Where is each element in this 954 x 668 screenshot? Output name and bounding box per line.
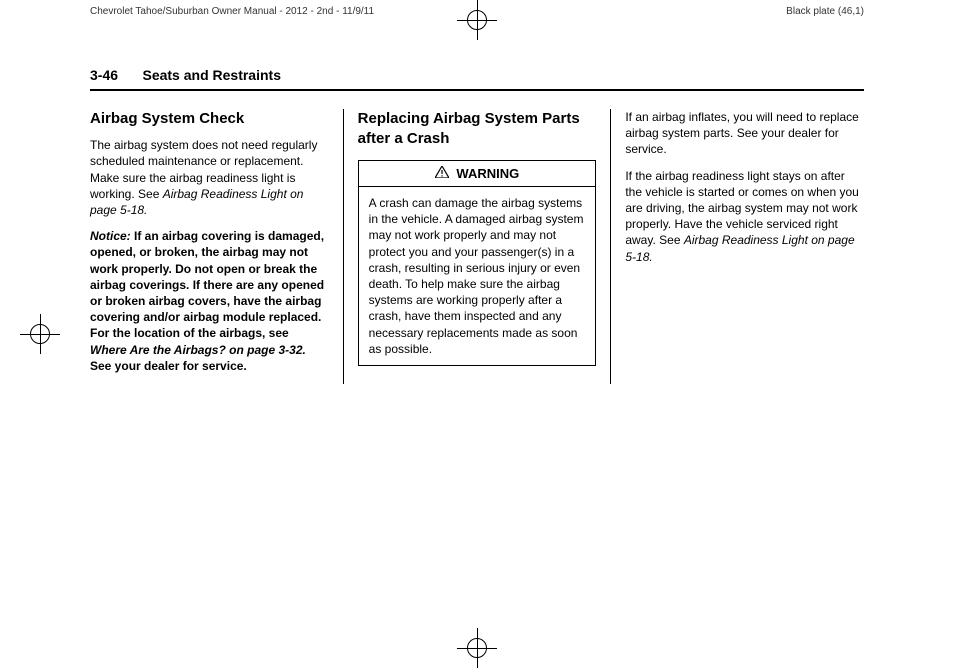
crop-mark-bottom (457, 628, 497, 668)
col3-paragraph-1: If an airbag inflates, you will need to … (625, 109, 864, 158)
col2-heading: Replacing Airbag System Parts after a Cr… (358, 109, 597, 150)
page-header: 3-46 Seats and Restraints (90, 67, 864, 91)
column-1: Airbag System Check The airbag system do… (90, 109, 341, 384)
col3-paragraph-2: If the airbag readiness light stays on a… (625, 168, 864, 265)
warning-icon (435, 165, 449, 183)
column-divider-2 (610, 109, 611, 384)
column-3: If an airbag inflates, you will need to … (613, 109, 864, 384)
print-header-left: Chevrolet Tahoe/Suburban Owner Manual - … (90, 6, 477, 17)
warning-header: WARNING (359, 161, 596, 188)
print-header-right: Black plate (46,1) (477, 6, 864, 17)
notice-text-2: See your dealer for service. (90, 359, 247, 373)
column-divider-1 (343, 109, 344, 384)
page-number: 3-46 (90, 67, 118, 83)
warning-label: WARNING (456, 166, 519, 181)
notice-text-1: If an airbag covering is damaged, opened… (90, 229, 324, 340)
page-content: 3-46 Seats and Restraints Airbag System … (0, 17, 954, 404)
col1-notice: Notice: If an airbag covering is damaged… (90, 228, 329, 374)
crop-mark-left (20, 314, 60, 354)
col1-heading: Airbag System Check (90, 109, 329, 129)
warning-body: A crash can damage the airbag systems in… (359, 187, 596, 365)
notice-label: Notice: (90, 229, 131, 243)
column-2: Replacing Airbag System Parts after a Cr… (346, 109, 609, 384)
section-title: Seats and Restraints (142, 67, 281, 83)
notice-ref: Where Are the Airbags? on page 3-32. (90, 343, 306, 357)
warning-box: WARNING A crash can damage the airbag sy… (358, 160, 597, 366)
col1-paragraph-1: The airbag system does not need regularl… (90, 137, 329, 218)
columns-container: Airbag System Check The airbag system do… (90, 109, 864, 384)
crop-mark-top (457, 0, 497, 40)
